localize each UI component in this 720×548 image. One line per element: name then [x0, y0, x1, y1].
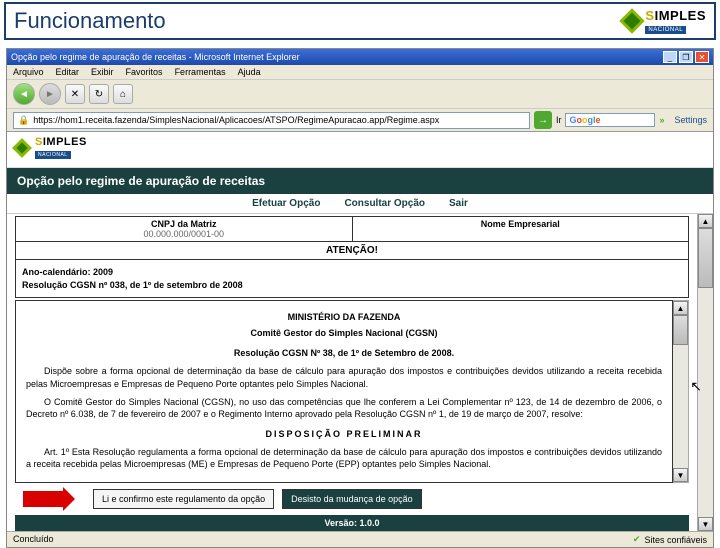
browser-window: Opção pelo regime de apuração de receita… [6, 48, 714, 548]
form-row: CNPJ da Matriz 00.000.000/0001-00 Nome E… [15, 216, 689, 242]
document-box: MINISTÉRIO DA FAZENDA Comitê Gestor do S… [15, 300, 673, 483]
simples-logo: SIMPLES NACIONAL [623, 8, 706, 34]
google-icon: Google [569, 115, 600, 125]
page-heading: Opção pelo regime de apuração de receita… [7, 168, 713, 194]
menu-editar[interactable]: Editar [56, 67, 80, 77]
home-button[interactable]: ⌂ [113, 84, 133, 104]
lock-icon: 🔒 [18, 115, 29, 126]
cnpj-label: CNPJ da Matriz [20, 219, 348, 229]
doc-scrollbar[interactable]: ▲ ▼ [673, 300, 689, 483]
doc-preambulo: O Comitê Gestor do Simples Nacional (CGS… [26, 396, 662, 420]
red-arrow-icon [23, 491, 63, 507]
menu-consultar-opcao[interactable]: Consultar Opção [344, 198, 425, 209]
confirm-button[interactable]: Li e confirmo este regulamento da opção [93, 489, 274, 509]
slide-title: Funcionamento [14, 8, 166, 34]
menu-ajuda[interactable]: Ajuda [238, 67, 261, 77]
doc-section-title: DISPOSIÇÃO PRELIMINAR [26, 428, 662, 440]
slide-header: Funcionamento SIMPLES NACIONAL [4, 2, 716, 40]
go-label: Ir [556, 115, 562, 125]
minimize-button[interactable]: _ [663, 51, 677, 63]
page-scrollbar[interactable]: ▲ ▼ [697, 214, 713, 531]
doc-ementa: Dispõe sobre a forma opcional de determi… [26, 365, 662, 389]
window-titlebar: Opção pelo regime de apuração de receita… [7, 49, 713, 65]
menu-ferramentas[interactable]: Ferramentas [175, 67, 226, 77]
scroll-down-icon[interactable]: ▼ [673, 468, 688, 482]
resolution-meta: Ano-calendário: 2009 Resolução CGSN nº 0… [15, 260, 689, 298]
scroll-up-icon[interactable]: ▲ [698, 214, 713, 228]
scroll-up-icon[interactable]: ▲ [673, 301, 688, 315]
logo-diamond-icon [12, 138, 32, 158]
stop-button[interactable]: ✕ [65, 84, 85, 104]
toolbar: ◄ ► ✕ ↻ ⌂ [7, 80, 713, 109]
go-button[interactable]: → [534, 111, 552, 129]
menubar: Arquivo Editar Exibir Favoritos Ferramen… [7, 65, 713, 80]
menu-exibir[interactable]: Exibir [91, 67, 114, 77]
version-bar: Versão: 1.0.0 [15, 515, 689, 531]
menu-arquivo[interactable]: Arquivo [13, 67, 44, 77]
chevron-right-icon[interactable]: » [659, 115, 664, 125]
page-content: SIMPLES NACIONAL Opção pelo regime de ap… [7, 132, 713, 531]
close-button[interactable]: ✕ [695, 51, 709, 63]
window-title: Opção pelo regime de apuração de receita… [11, 52, 300, 62]
scroll-thumb[interactable] [698, 228, 713, 288]
address-input[interactable]: 🔒 https://hom1.receita.fazenda/SimplesNa… [13, 112, 530, 129]
menu-favoritos[interactable]: Favoritos [126, 67, 163, 77]
url-text: https://hom1.receita.fazenda/SimplesNaci… [33, 115, 439, 125]
scroll-down-icon[interactable]: ▼ [698, 517, 713, 531]
settings-link[interactable]: Settings [674, 115, 707, 125]
back-button[interactable]: ◄ [13, 83, 35, 105]
status-bar: Concluído ✔ Sites confiáveis [7, 531, 713, 547]
page-top-menu: Efetuar Opção Consultar Opção Sair [7, 194, 713, 214]
attention-label: ATENÇÃO! [15, 242, 689, 260]
resolucao-ref: Resolução CGSN nº 038, de 1º de setembro… [22, 280, 682, 290]
search-box[interactable]: Google [565, 113, 655, 127]
page-logo: SIMPLES NACIONAL [15, 136, 705, 159]
refresh-button[interactable]: ↻ [89, 84, 109, 104]
doc-committee: Comitê Gestor do Simples Nacional (CGSN) [26, 327, 662, 339]
menu-sair[interactable]: Sair [449, 198, 468, 209]
forward-button[interactable]: ► [39, 83, 61, 105]
action-row: Li e confirmo este regulamento da opção … [15, 483, 689, 511]
doc-res-title: Resolução CGSN Nº 38, de 1º de Setembro … [26, 347, 662, 359]
maximize-button[interactable]: ❐ [679, 51, 693, 63]
logo-diamond-icon [620, 8, 645, 33]
scroll-thumb[interactable] [673, 315, 688, 345]
doc-art1: Art. 1º Esta Resolução regulamenta a for… [26, 446, 662, 470]
cnpj-value: 00.000.000/0001-00 [20, 229, 348, 239]
ano-calendario: Ano-calendário: 2009 [22, 267, 682, 277]
nome-label: Nome Empresarial [357, 219, 685, 229]
menu-efetuar-opcao[interactable]: Efetuar Opção [252, 198, 320, 209]
doc-ministry: MINISTÉRIO DA FAZENDA [26, 311, 662, 323]
reject-button[interactable]: Desisto da mudança de opção [282, 489, 422, 509]
logo-subtext: NACIONAL [645, 26, 686, 34]
address-bar-row: 🔒 https://hom1.receita.fazenda/SimplesNa… [7, 109, 713, 132]
